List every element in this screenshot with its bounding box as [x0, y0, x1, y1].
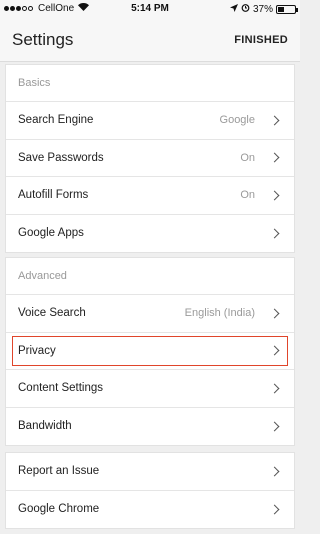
settings-row-voice-search[interactable]: Voice Search English (India) [6, 295, 294, 333]
row-value: Google [219, 114, 255, 127]
chevron-right-icon [269, 190, 280, 201]
battery-fill [278, 6, 284, 12]
settings-row-privacy[interactable]: Privacy [6, 333, 294, 370]
advanced-section: Advanced Voice Search English (India) Pr… [5, 257, 295, 446]
location-icon [229, 3, 238, 15]
chevron-right-icon [269, 345, 280, 356]
row-label: Bandwidth [18, 420, 72, 433]
row-label: Report an Issue [18, 465, 100, 478]
settings-row-bandwidth[interactable]: Bandwidth [6, 408, 294, 446]
section-header-advanced: Advanced [6, 258, 294, 295]
alarm-icon [241, 3, 250, 15]
row-label: Voice Search [18, 307, 86, 320]
more-section: Report an Issue Google Chrome [5, 452, 295, 529]
settings-row-google-apps[interactable]: Google Apps [6, 215, 294, 253]
status-right: 37% [227, 3, 298, 15]
chevron-right-icon [269, 383, 280, 394]
settings-row-search-engine[interactable]: Search Engine Google [6, 102, 294, 140]
row-value: On [240, 189, 255, 202]
chevron-right-icon [269, 152, 280, 163]
chevron-right-icon [269, 421, 280, 432]
row-value: English (India) [184, 307, 255, 320]
settings-row-content-settings[interactable]: Content Settings [6, 370, 294, 408]
status-bar: CellOne 5:14 PM 37% [0, 0, 300, 17]
finished-button[interactable]: FINISHED [234, 34, 288, 46]
row-label: Search Engine [18, 114, 94, 127]
chevron-right-icon [269, 466, 280, 477]
row-label: Content Settings [18, 382, 104, 395]
row-label: Autofill Forms [18, 189, 89, 202]
chevron-right-icon [269, 504, 280, 515]
settings-row-report-issue[interactable]: Report an Issue [6, 453, 294, 491]
chevron-right-icon [269, 308, 280, 319]
battery-icon [276, 4, 298, 14]
basics-section: Basics Search Engine Google Save Passwor… [5, 64, 295, 253]
section-header-basics: Basics [6, 65, 294, 102]
chevron-right-icon [269, 228, 280, 239]
row-value: On [240, 151, 255, 164]
row-label: Google Apps [18, 227, 84, 240]
battery-percent: 37% [252, 3, 273, 15]
row-label: Save Passwords [18, 151, 104, 164]
row-label: Google Chrome [18, 503, 100, 516]
row-label: Privacy [18, 344, 56, 357]
settings-row-save-passwords[interactable]: Save Passwords On [6, 140, 294, 177]
chevron-right-icon [269, 115, 280, 126]
settings-row-google-chrome[interactable]: Google Chrome [6, 491, 294, 529]
settings-row-autofill-forms[interactable]: Autofill Forms On [6, 177, 294, 215]
app-header: Settings FINISHED [0, 17, 300, 62]
page-title: Settings [12, 30, 74, 49]
